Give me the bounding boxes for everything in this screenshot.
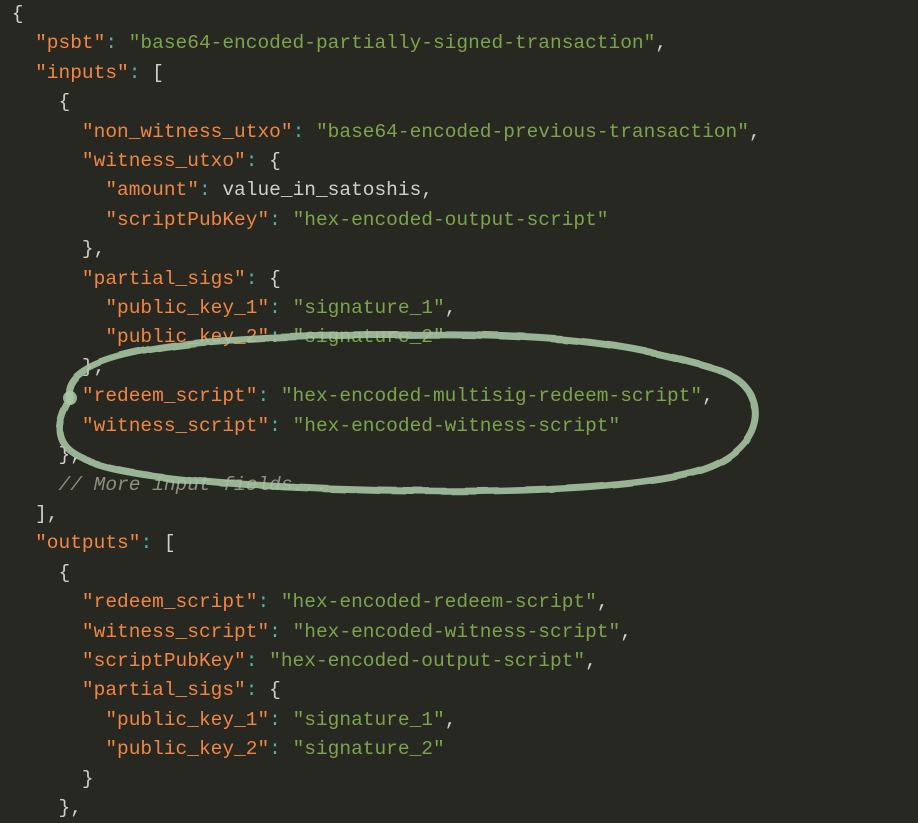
val-sig2-out: "signature_2" xyxy=(293,738,445,760)
val-scriptpubkey-out: "hex-encoded-output-script" xyxy=(269,650,585,672)
val-witness-script-out: "hex-encoded-witness-script" xyxy=(293,621,621,643)
val-redeem-script-in: "hex-encoded-multisig-redeem-script" xyxy=(281,385,702,407)
val-sig2: "signature_2" xyxy=(293,326,445,348)
key-pk2-out: "public_key_2" xyxy=(105,738,269,760)
key-redeem-script-out: "redeem_script" xyxy=(82,591,258,613)
val-witness-script-in: "hex-encoded-witness-script" xyxy=(293,415,621,437)
key-inputs: "inputs" xyxy=(35,62,129,84)
key-outputs: "outputs" xyxy=(35,532,140,554)
key-pk1-out: "public_key_1" xyxy=(105,709,269,731)
code-block: { "psbt": "base64-encoded-partially-sign… xyxy=(0,0,918,823)
val-sig1: "signature_1" xyxy=(293,297,445,319)
key-witness-utxo: "witness_utxo" xyxy=(82,150,246,172)
key-amount: "amount" xyxy=(105,179,199,201)
key-pk1: "public_key_1" xyxy=(105,297,269,319)
val-non-witness-utxo: "base64-encoded-previous-transaction" xyxy=(316,121,749,143)
val-psbt: "base64-encoded-partially-signed-transac… xyxy=(129,32,656,54)
comment-more-inputs: // More input fields... xyxy=(59,474,328,496)
key-psbt: "psbt" xyxy=(35,32,105,54)
key-witness-script-in: "witness_script" xyxy=(82,415,269,437)
val-redeem-script-out: "hex-encoded-redeem-script" xyxy=(281,591,597,613)
key-pk2: "public_key_2" xyxy=(105,326,269,348)
key-non-witness-utxo: "non_witness_utxo" xyxy=(82,121,293,143)
key-redeem-script-in: "redeem_script" xyxy=(82,385,258,407)
code-viewer: { "psbt": "base64-encoded-partially-sign… xyxy=(0,0,918,823)
val-scriptpubkey: "hex-encoded-output-script" xyxy=(293,209,609,231)
key-partial-sigs: "partial_sigs" xyxy=(82,268,246,290)
val-amount: value_in_satoshis xyxy=(222,179,421,201)
key-scriptpubkey-out: "scriptPubKey" xyxy=(82,650,246,672)
key-partial-sigs-out: "partial_sigs" xyxy=(82,679,246,701)
key-scriptpubkey: "scriptPubKey" xyxy=(105,209,269,231)
key-witness-script-out: "witness_script" xyxy=(82,621,269,643)
val-sig1-out: "signature_1" xyxy=(293,709,445,731)
